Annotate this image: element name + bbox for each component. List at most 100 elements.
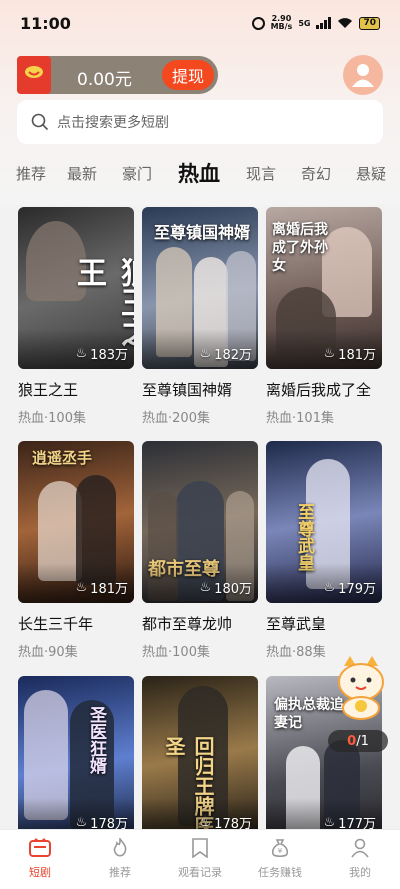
bottom-nav: 短剧 推荐 观看记录 ¥ 任务赚钱 我的	[0, 829, 400, 889]
drama-card[interactable]: 圣医狂婿 ♨ 178万	[18, 676, 134, 838]
drama-title[interactable]: 至尊武皇	[266, 613, 382, 634]
drama-poster[interactable]: 回归王牌医圣 ♨ 178万	[142, 676, 258, 838]
flame-icon: ♨	[199, 580, 212, 595]
battery-level: 70	[363, 17, 376, 28]
drama-title[interactable]: 长生三千年	[18, 613, 134, 634]
reward-current: 0	[347, 733, 357, 749]
reward-counter[interactable]: 0/1	[328, 730, 388, 752]
person-icon	[351, 838, 369, 858]
drama-card[interactable]: 离婚后我成了外孙女 ♨ 181万 离婚后我成了全 热血·101集	[266, 207, 382, 426]
drama-meta: 热血·101集	[266, 411, 334, 426]
drama-card[interactable]: 逍遥丞手 ♨ 181万 长生三千年 热血·90集	[18, 441, 134, 660]
nav-item-shortdrama[interactable]: 短剧	[0, 838, 80, 880]
view-count: ♨ 183万	[76, 344, 128, 363]
view-count: ♨ 181万	[76, 578, 128, 597]
view-count: ♨ 180万	[200, 578, 252, 597]
battery-icon: 70	[359, 16, 380, 30]
drama-card[interactable]: 都市至尊 ♨180万 都市至尊龙帅 热血·100集	[142, 441, 258, 660]
network-speed: 2.90 MB/s	[271, 15, 293, 31]
nav-item-profile[interactable]: 我的	[320, 838, 400, 880]
money-bag-icon: ¥	[271, 839, 289, 858]
drama-card[interactable]: 至尊镇国神婿 ♨ 182万 至尊镇国神婿 热血·200集	[142, 207, 258, 426]
nav-item-tasks[interactable]: ¥ 任务赚钱	[240, 838, 320, 880]
flame-icon: ♨	[199, 346, 212, 361]
poster-title: 离婚后我成了外孙女	[272, 222, 328, 274]
drama-genre: 热血	[142, 645, 169, 660]
wallet-bar[interactable]: 0.00元 提现	[17, 56, 218, 94]
poster-title: 至尊武皇	[294, 503, 314, 571]
flame-icon: ♨	[75, 815, 88, 830]
flame-icon: ♨	[199, 815, 212, 830]
tab-rich-family[interactable]: 豪门	[122, 163, 152, 184]
drama-episodes: 101集	[296, 411, 334, 426]
view-count: ♨ 179万	[324, 578, 376, 597]
speed-unit: MB/s	[270, 22, 293, 31]
flame-icon: ♨	[75, 580, 88, 595]
nav-item-recommend[interactable]: 推荐	[80, 838, 160, 880]
withdraw-button[interactable]: 提现	[162, 60, 214, 90]
view-count-text: 182万	[214, 348, 252, 363]
drama-genre: 热血	[266, 645, 293, 660]
view-count-text: 181万	[90, 582, 128, 597]
red-packet-icon	[17, 56, 51, 94]
network-type: 5G	[298, 18, 311, 28]
drama-genre: 热血	[18, 411, 45, 426]
tab-fantasy[interactable]: 奇幻	[301, 163, 331, 184]
view-count-text: 181万	[338, 348, 376, 363]
drama-episodes: 90集	[48, 645, 78, 660]
view-count-text: 180万	[214, 582, 252, 597]
tab-latest[interactable]: 最新	[67, 163, 97, 184]
drama-poster[interactable]: 至尊武皇 ♨ 179万	[266, 441, 382, 603]
drama-genre: 热血	[142, 411, 169, 426]
drama-genre: 热血	[266, 411, 293, 426]
drama-title[interactable]: 至尊镇国神婿	[142, 379, 258, 400]
signal-icon	[316, 17, 332, 29]
drama-meta: 热血·100集	[18, 411, 86, 426]
tv-icon	[29, 838, 51, 857]
category-tabs: 推荐 最新 豪门 热血 现言 奇幻 悬疑	[0, 152, 400, 194]
drama-meta: 热血·100集	[142, 645, 210, 660]
tab-hot-blood[interactable]: 热血	[178, 158, 220, 188]
drama-poster[interactable]: 逍遥丞手 ♨ 181万	[18, 441, 134, 603]
flame-icon	[113, 838, 127, 857]
search-placeholder: 点击搜索更多短剧	[57, 115, 169, 131]
lucky-cat-icon[interactable]	[334, 656, 388, 720]
nav-label: 推荐	[109, 866, 131, 879]
view-count: ♨ 182万	[200, 344, 252, 363]
drama-meta: 热血·90集	[18, 645, 78, 660]
drama-card[interactable]: 狼王之王 ♨ 183万 狼王之王 热血·100集	[18, 207, 134, 426]
drama-title[interactable]: 离婚后我成了全	[266, 379, 382, 400]
drama-card[interactable]: 至尊武皇 ♨ 179万 至尊武皇 热血·88集	[266, 441, 382, 660]
tab-suspense[interactable]: 悬疑	[356, 163, 386, 184]
bookmark-icon	[192, 838, 208, 858]
nav-label: 观看记录	[178, 866, 222, 879]
status-bar: 11:00 2.90 MB/s 5G 70	[0, 0, 400, 46]
view-count-text: 183万	[90, 348, 128, 363]
search-icon	[31, 113, 49, 131]
tab-modern-romance[interactable]: 现言	[246, 163, 276, 184]
drama-poster[interactable]: 都市至尊 ♨180万	[142, 441, 258, 603]
drama-title[interactable]: 狼王之王	[18, 379, 134, 400]
tab-recommend[interactable]: 推荐	[16, 163, 46, 184]
drama-episodes: 88集	[296, 645, 326, 660]
drama-poster[interactable]: 圣医狂婿 ♨ 178万	[18, 676, 134, 838]
drama-poster[interactable]: 离婚后我成了外孙女 ♨ 181万	[266, 207, 382, 369]
person-icon	[352, 64, 374, 87]
drama-title[interactable]: 都市至尊龙帅	[142, 613, 258, 634]
drama-meta: 热血·200集	[142, 411, 210, 426]
drama-episodes: 100集	[48, 411, 86, 426]
drama-poster[interactable]: 至尊镇国神婿 ♨ 182万	[142, 207, 258, 369]
wifi-icon	[337, 17, 353, 29]
poster-title: 圣医狂婿	[86, 706, 106, 774]
search-input[interactable]: 点击搜索更多短剧	[17, 100, 383, 144]
avatar[interactable]	[343, 55, 383, 95]
alarm-icon	[251, 16, 265, 30]
wallet-amount: 0.00元	[77, 70, 132, 90]
drama-genre: 热血	[18, 645, 45, 660]
drama-card[interactable]: 回归王牌医圣 ♨ 178万	[142, 676, 258, 838]
nav-item-history[interactable]: 观看记录	[160, 838, 240, 880]
reward-total: /1	[356, 733, 369, 749]
nav-label: 短剧	[29, 866, 51, 879]
flame-icon: ♨	[323, 346, 336, 361]
drama-poster[interactable]: 狼王之王 ♨ 183万	[18, 207, 134, 369]
